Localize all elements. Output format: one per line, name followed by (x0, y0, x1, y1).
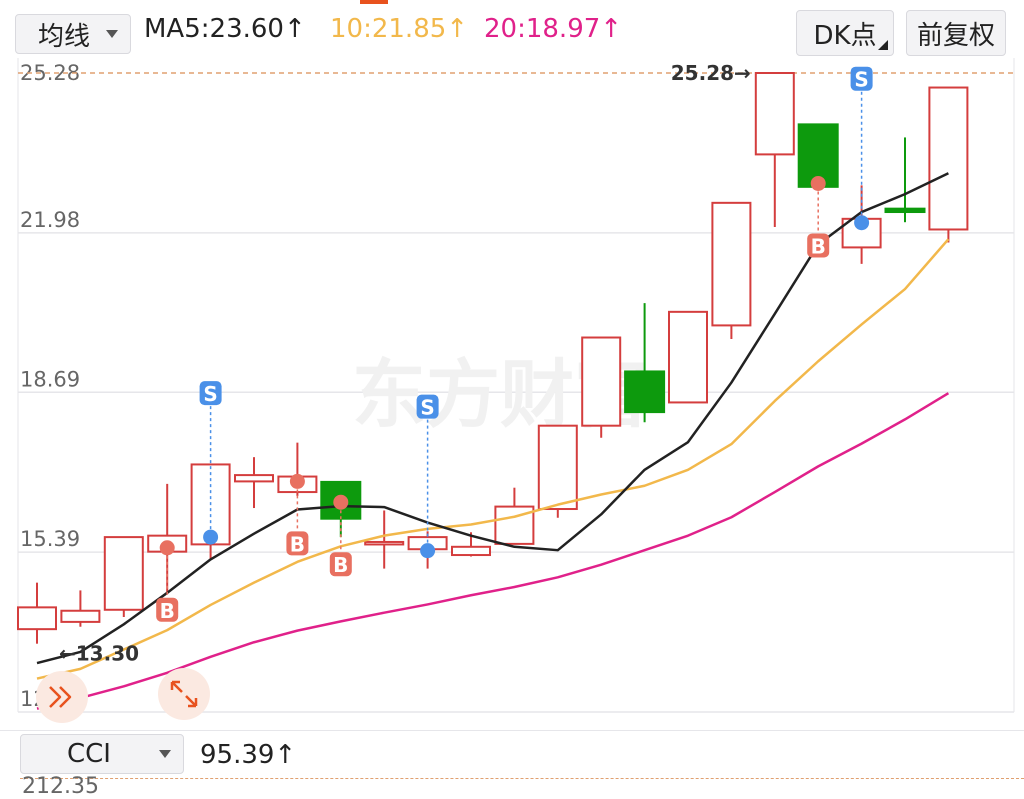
candle-body-up (754, 72, 795, 156)
signal-label: B (333, 553, 348, 577)
candle-body-up (103, 536, 144, 611)
candle-body-up (234, 474, 274, 483)
candle-body-down (884, 207, 926, 214)
signal-marker (333, 494, 349, 510)
double-chevron-icon-bg (36, 671, 88, 723)
candle-body-up (668, 310, 708, 404)
candlestick-chart[interactable]: 25.2821.9818.6915.3912.09东方财富BSBBSBS25.2… (0, 0, 1024, 730)
candle-body-up (581, 336, 622, 427)
divider (0, 730, 1024, 731)
candle-body-up (17, 606, 57, 631)
expand-icon-bg (158, 668, 210, 720)
y-tick-label: 21.98 (20, 208, 80, 232)
indicator-bar: CCI 95.39↑ 212.35 (0, 730, 1024, 799)
min-price-label: ←13.30 (59, 641, 139, 665)
signal-label: S (203, 382, 217, 406)
expand-icon (158, 668, 210, 720)
signal-marker (289, 473, 305, 489)
signal-label: S (854, 68, 868, 92)
indicator-selector[interactable]: CCI (20, 734, 184, 774)
double-chevron-icon (36, 671, 88, 723)
candle-body-up (60, 609, 101, 623)
signal-marker (854, 215, 870, 231)
candle-body-up (711, 201, 752, 327)
indicator-axis-label: 212.35 (22, 774, 99, 799)
candle-body-up (537, 424, 578, 511)
candle-body-up (928, 86, 969, 231)
signal-marker (810, 175, 826, 191)
chevron-down-icon (159, 750, 171, 758)
candle-body-up (451, 545, 491, 557)
indicator-dash-line (20, 778, 1024, 780)
signal-marker (203, 529, 219, 545)
candle-body-up (364, 540, 405, 546)
candle-body-down (624, 370, 666, 414)
signal-marker (420, 543, 436, 559)
signal-label: B (290, 532, 305, 556)
signal-marker (159, 540, 175, 556)
indicator-selector-label: CCI (67, 739, 111, 769)
signal-label: S (420, 396, 434, 420)
y-tick-label: 18.69 (20, 367, 80, 391)
signal-label: B (811, 234, 826, 258)
signal-label: B (160, 599, 175, 623)
y-tick-label: 15.39 (20, 527, 80, 551)
indicator-value: 95.39↑ (200, 740, 297, 770)
max-price-label: 25.28→ (671, 61, 751, 85)
